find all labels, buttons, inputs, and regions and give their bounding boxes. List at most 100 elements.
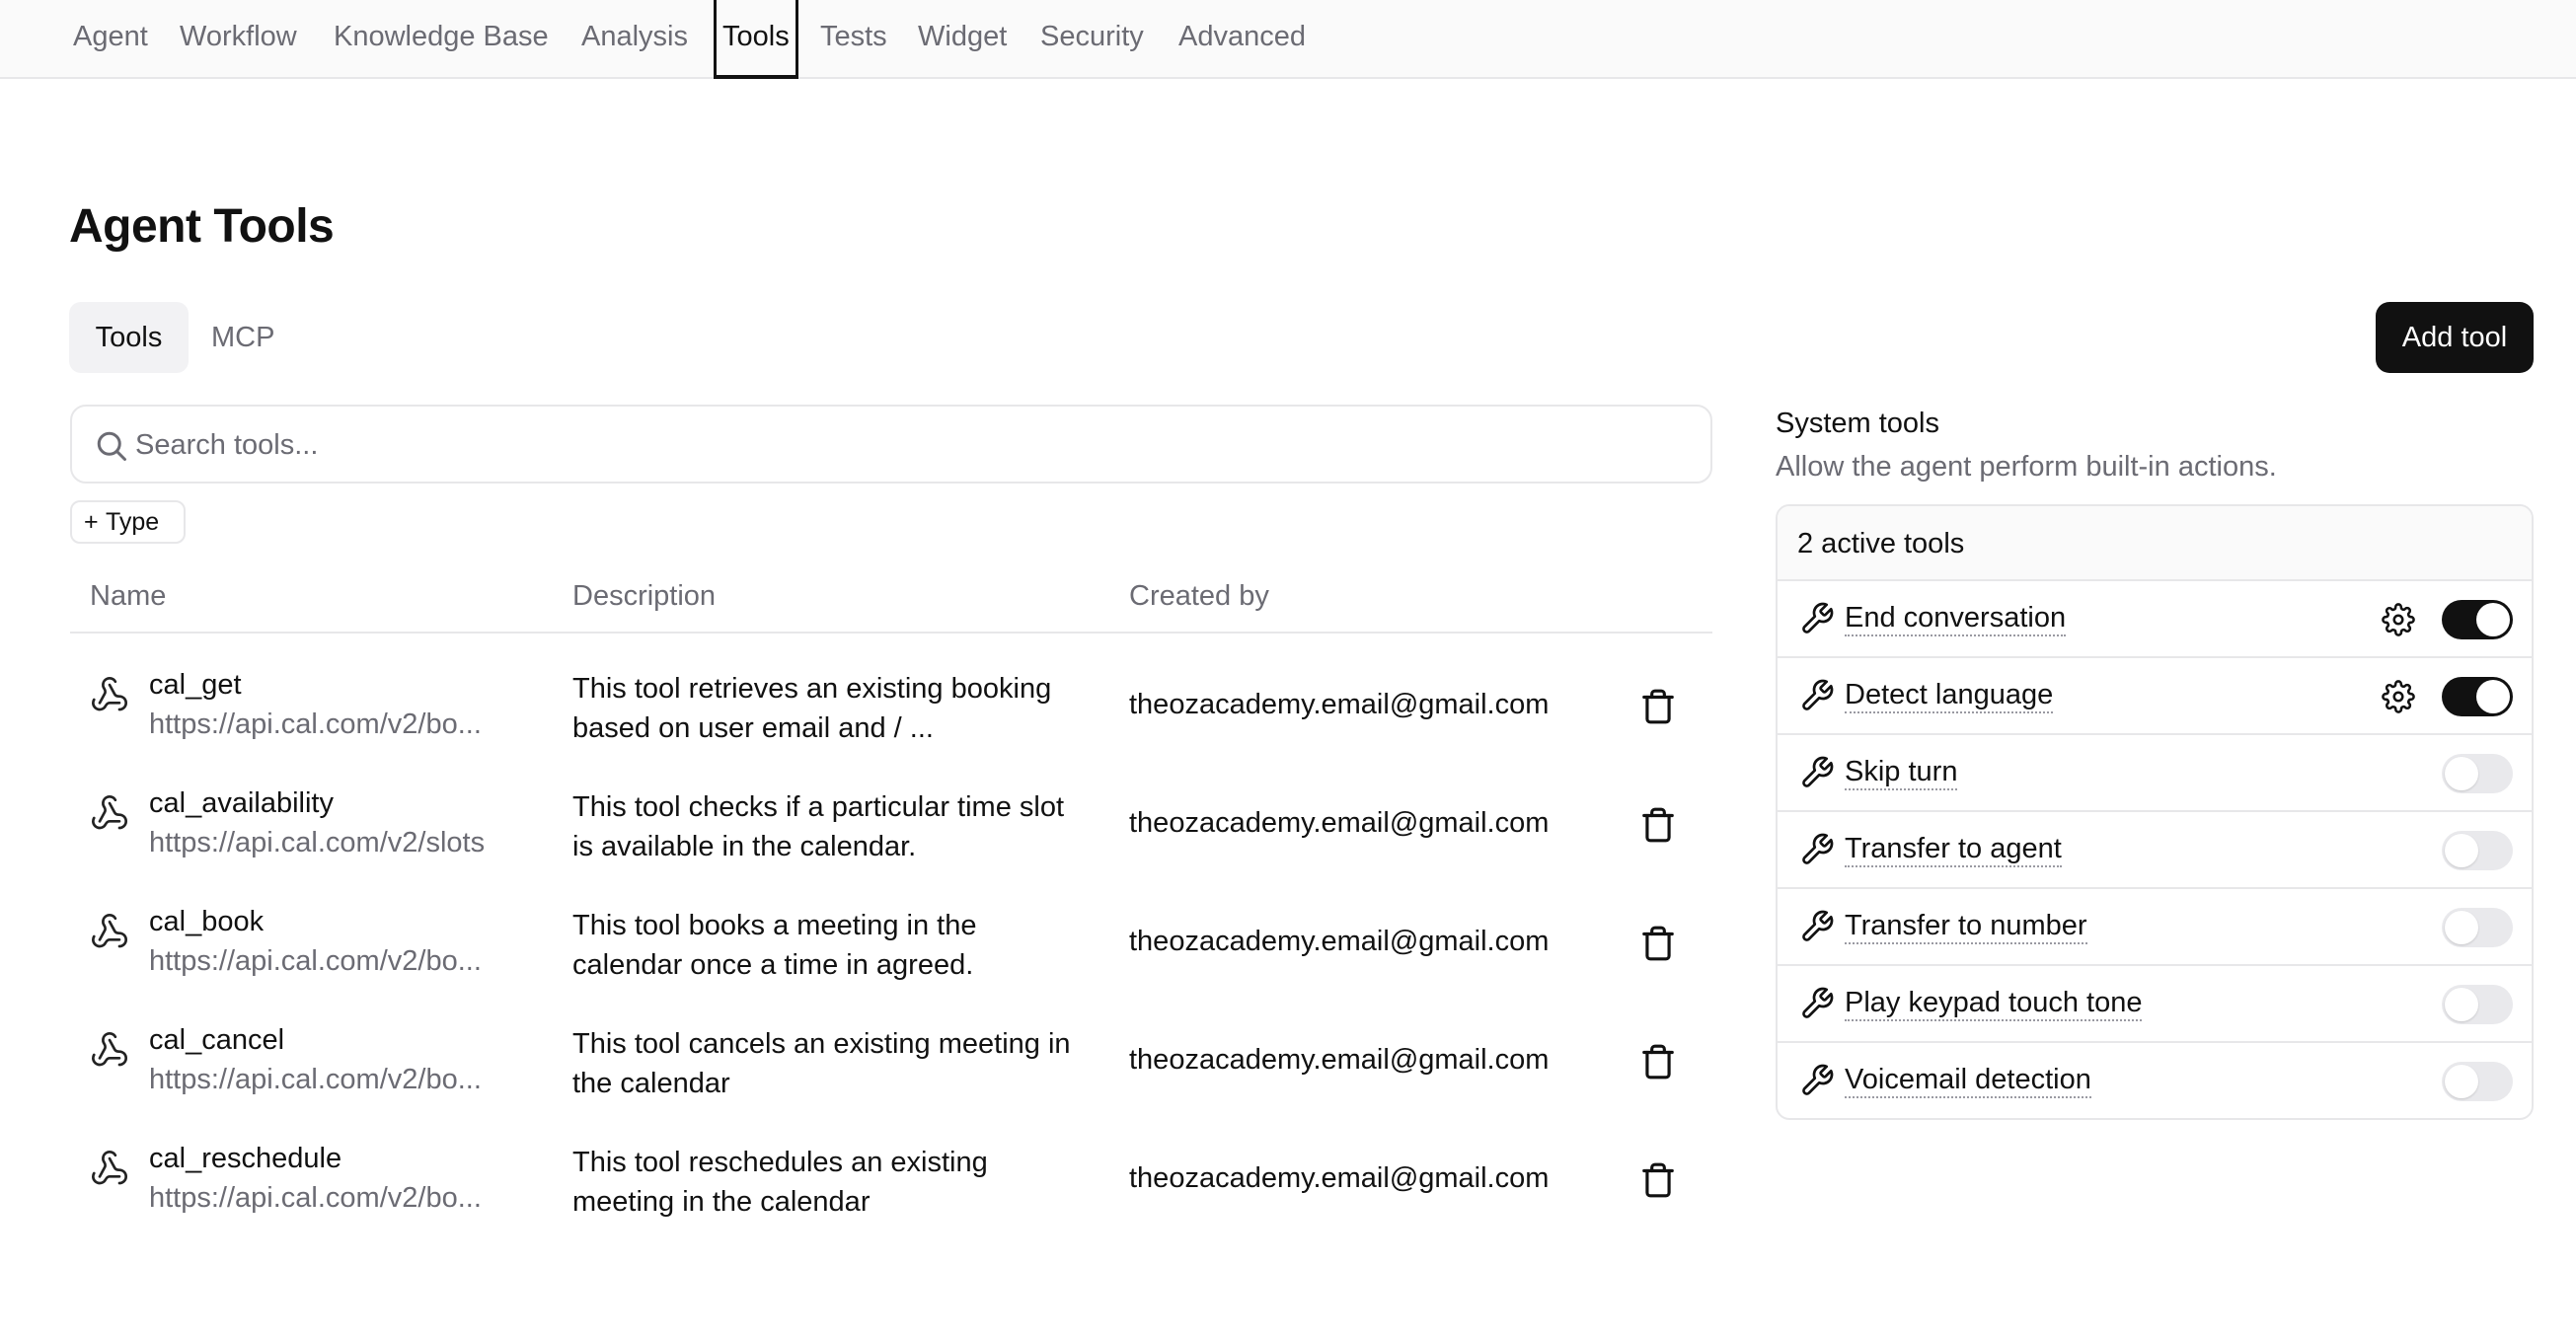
tool-created-by: theozacademy.email@gmail.com (1129, 926, 1550, 957)
system-tool-row: Detect language (1778, 658, 2532, 735)
wrench-icon (1802, 987, 1834, 1018)
type-filter-label: Type (106, 508, 160, 536)
tool-url: https://api.cal.com/v2/bo... (149, 708, 482, 740)
toggle-knob (2445, 1065, 2478, 1098)
transfer-to-number-toggle[interactable] (2442, 908, 2513, 947)
type-filter-button[interactable]: + Type (70, 500, 186, 544)
system-tools-panel: 2 active tools End conversation Detect l… (1776, 504, 2534, 1120)
system-tool-row: Voicemail detection (1778, 1043, 2532, 1118)
system-tool-label[interactable]: Transfer to number (1845, 909, 2087, 944)
table-row[interactable]: cal_book https://api.cal.com/v2/bo... Th… (70, 888, 1712, 1006)
tool-description: This tool books a meeting in the calenda… (572, 910, 977, 981)
tab-agent[interactable]: Agent (73, 0, 148, 79)
system-tool-label[interactable]: Skip turn (1845, 755, 1958, 790)
search-icon (97, 431, 126, 461)
table-row[interactable]: cal_cancel https://api.cal.com/v2/bo... … (70, 1006, 1712, 1125)
toggle-knob (2445, 911, 2478, 944)
tool-name: cal_reschedule (149, 1143, 342, 1174)
system-tool-label[interactable]: Detect language (1845, 678, 2054, 713)
gear-icon[interactable] (2382, 680, 2415, 713)
tool-description: This tool checks if a particular time sl… (572, 791, 1065, 862)
toggle-knob (2476, 603, 2510, 636)
tab-security[interactable]: Security (1040, 0, 1144, 79)
subtab-mcp[interactable]: MCP (211, 302, 280, 373)
column-header-description: Description (572, 580, 717, 612)
tab-knowledge-base[interactable]: Knowledge Base (334, 0, 549, 79)
wrench-icon (1802, 910, 1834, 941)
tool-description: This tool reschedules an existing meetin… (572, 1147, 988, 1218)
trash-icon[interactable] (1639, 687, 1677, 726)
search-box[interactable] (70, 405, 1712, 484)
wrench-icon (1802, 602, 1834, 634)
system-tools-title: System tools (1776, 408, 1939, 439)
tool-url: https://api.cal.com/v2/bo... (149, 1064, 482, 1095)
tool-url: https://api.cal.com/v2/bo... (149, 1182, 482, 1214)
tool-created-by: theozacademy.email@gmail.com (1129, 689, 1550, 720)
webhook-icon (92, 1032, 127, 1067)
system-tool-label[interactable]: Transfer to agent (1845, 832, 2062, 867)
wrench-icon (1802, 1064, 1834, 1095)
tool-name: cal_get (149, 669, 242, 701)
tab-tools[interactable]: Tools (714, 0, 798, 79)
end-conversation-toggle[interactable] (2442, 600, 2513, 639)
tool-created-by: theozacademy.email@gmail.com (1129, 807, 1550, 839)
toggle-knob (2445, 834, 2478, 867)
system-tools-subtitle: Allow the agent perform built-in actions… (1776, 451, 2277, 483)
trash-icon[interactable] (1639, 1160, 1677, 1200)
tab-advanced[interactable]: Advanced (1178, 0, 1306, 79)
system-tool-row: End conversation (1778, 581, 2532, 658)
tab-widget[interactable]: Widget (918, 0, 1007, 79)
active-tools-count: 2 active tools (1797, 528, 1965, 559)
page-title: Agent Tools (69, 200, 335, 253)
gear-icon[interactable] (2382, 603, 2415, 636)
trash-icon[interactable] (1639, 924, 1677, 963)
system-tool-label[interactable]: Play keypad touch tone (1845, 986, 2143, 1021)
add-tool-button[interactable]: Add tool (2376, 302, 2534, 373)
wrench-icon (1802, 833, 1834, 864)
search-input[interactable] (135, 420, 1675, 470)
trash-icon[interactable] (1639, 805, 1677, 845)
tab-workflow[interactable]: Workflow (180, 0, 297, 79)
tool-url: https://api.cal.com/v2/slots (149, 827, 486, 858)
tool-created-by: theozacademy.email@gmail.com (1129, 1162, 1550, 1194)
tool-name: cal_availability (149, 787, 334, 819)
active-tools-header: 2 active tools (1778, 506, 2532, 581)
webhook-icon (92, 795, 127, 830)
system-tool-row: Play keypad touch tone (1778, 966, 2532, 1043)
system-tool-row: Transfer to agent (1778, 812, 2532, 889)
tool-name: cal_book (149, 906, 265, 937)
toggle-knob (2476, 680, 2510, 713)
table-row[interactable]: cal_availability https://api.cal.com/v2/… (70, 770, 1712, 888)
system-tool-label[interactable]: Voicemail detection (1845, 1063, 2091, 1098)
toggle-knob (2445, 988, 2478, 1021)
system-tool-row: Skip turn (1778, 735, 2532, 812)
system-tool-row: Transfer to number (1778, 889, 2532, 966)
play-keypad-touch-tone-toggle[interactable] (2442, 985, 2513, 1024)
table-row[interactable]: cal_reschedule https://api.cal.com/v2/bo… (70, 1125, 1712, 1243)
toggle-knob (2445, 757, 2478, 790)
tool-url: https://api.cal.com/v2/bo... (149, 945, 482, 977)
detect-language-toggle[interactable] (2442, 677, 2513, 716)
skip-turn-toggle[interactable] (2442, 754, 2513, 793)
tool-created-by: theozacademy.email@gmail.com (1129, 1044, 1550, 1076)
tab-tests[interactable]: Tests (820, 0, 887, 79)
wrench-icon (1802, 756, 1834, 787)
tool-description: This tool cancels an existing meeting in… (572, 1028, 1071, 1099)
transfer-to-agent-toggle[interactable] (2442, 831, 2513, 870)
column-header-name: Name (90, 580, 167, 612)
system-tool-label[interactable]: End conversation (1845, 601, 2067, 636)
voicemail-detection-toggle[interactable] (2442, 1062, 2513, 1101)
table-divider (70, 632, 1712, 634)
subtab-tools[interactable]: Tools (69, 302, 189, 373)
top-nav: Agent Workflow Knowledge Base Analysis T… (0, 0, 2576, 79)
plus-icon: + (84, 508, 99, 536)
tool-description: This tool retrieves an existing booking … (572, 673, 1052, 744)
trash-icon[interactable] (1639, 1042, 1677, 1081)
table-row[interactable]: cal_get https://api.cal.com/v2/bo... Thi… (70, 651, 1712, 770)
wrench-icon (1802, 679, 1834, 710)
webhook-icon (92, 1151, 127, 1185)
webhook-icon (92, 914, 127, 948)
tool-name: cal_cancel (149, 1024, 285, 1056)
tab-analysis[interactable]: Analysis (581, 0, 688, 79)
column-header-created-by: Created by (1129, 580, 1269, 612)
